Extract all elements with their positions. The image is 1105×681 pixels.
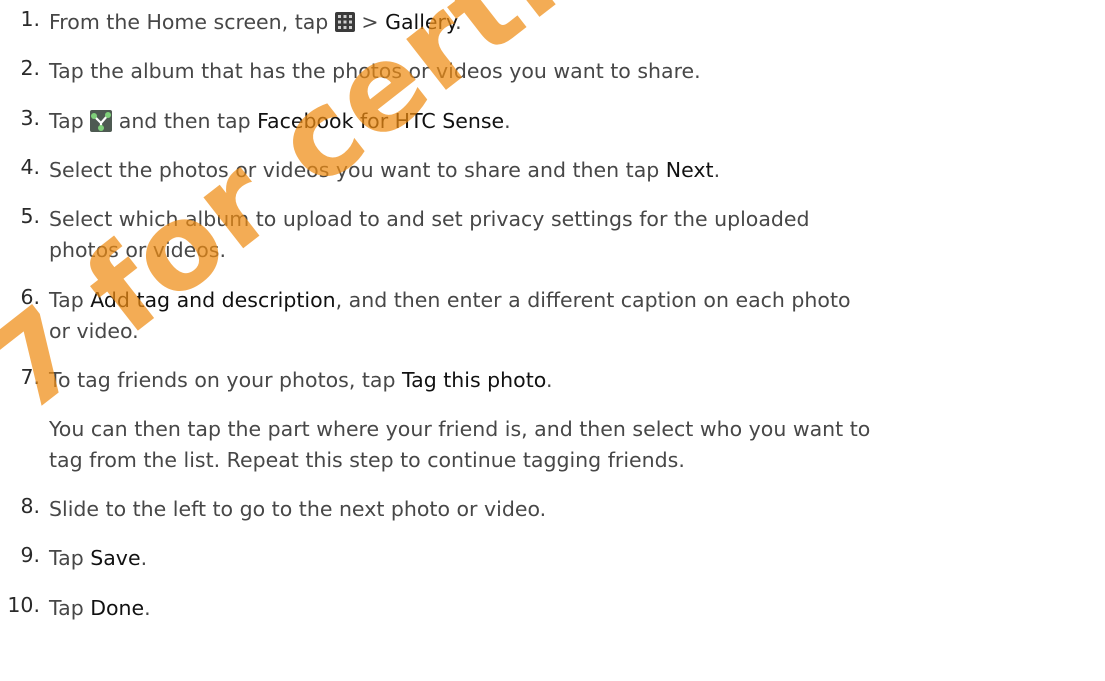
step-number: 3.	[20, 106, 40, 130]
step-7-note: You can then tap the part where your fri…	[49, 417, 871, 472]
all-apps-grid-icon	[334, 12, 355, 32]
step-text: Slide to the left to go to the next phot…	[49, 497, 547, 521]
step-text: Select which album to upload to and set …	[49, 207, 810, 262]
step-text: To tag friends on your photos, tap Tag t…	[49, 368, 553, 392]
step-text: Tap the album that has the photos or vid…	[49, 59, 701, 83]
step-number: 9.	[20, 543, 40, 567]
step-text: Select the photos or videos you want to …	[49, 158, 721, 182]
step-number: 4.	[20, 155, 40, 179]
step-number: 2.	[20, 56, 40, 80]
step-text: Tap Done.	[49, 596, 151, 620]
step-text: Tap Save.	[49, 546, 148, 570]
step-text: From the Home screen, tap > Gallery.	[49, 10, 462, 34]
step-number: 7.	[20, 365, 40, 389]
step-number: 5.	[20, 204, 40, 228]
step-number: 6.	[20, 285, 40, 309]
step-number: 8.	[20, 494, 40, 518]
step-text: Tap Add tag and description, and then en…	[49, 288, 851, 343]
share-icon	[90, 110, 113, 132]
step-number: 1.	[20, 7, 40, 31]
step-text: Tap and then tap Facebook for HTC Sense.	[49, 109, 511, 133]
step-number: 10.	[7, 593, 40, 617]
